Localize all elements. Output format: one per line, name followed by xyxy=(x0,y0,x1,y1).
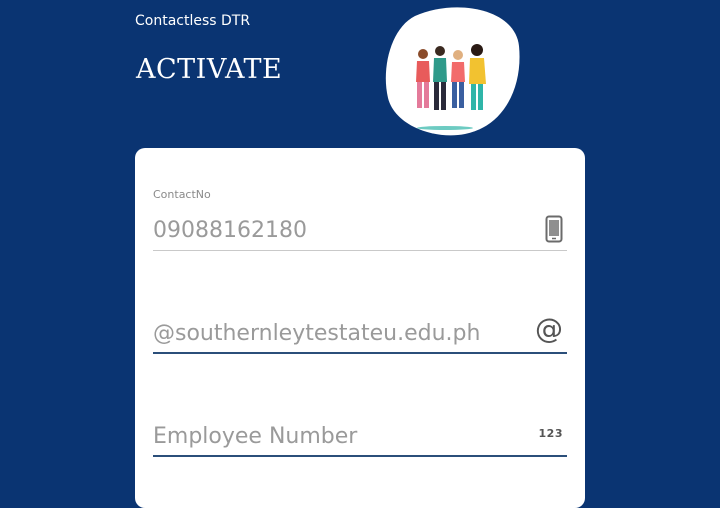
app-title: Contactless DTR xyxy=(135,13,251,29)
mobile-phone-icon xyxy=(545,215,563,247)
contact-number-label: ContactNo xyxy=(153,188,211,201)
employee-number-underline xyxy=(153,455,567,457)
email-field: @ xyxy=(153,308,567,358)
at-sign-icon: @ xyxy=(535,312,563,345)
people-illustration xyxy=(385,7,520,136)
page-heading: ACTIVATE xyxy=(136,54,283,85)
contact-number-underline xyxy=(153,250,567,251)
email-underline xyxy=(153,352,567,354)
employee-number-field: 123 xyxy=(153,411,567,461)
activation-form-card: ContactNo @ 123 xyxy=(135,148,585,508)
employee-number-input[interactable] xyxy=(153,421,523,451)
numeric-123-icon: 123 xyxy=(538,427,563,440)
contact-number-field: ContactNo xyxy=(153,188,567,254)
email-input[interactable] xyxy=(153,318,523,348)
contact-number-input[interactable] xyxy=(153,215,523,245)
